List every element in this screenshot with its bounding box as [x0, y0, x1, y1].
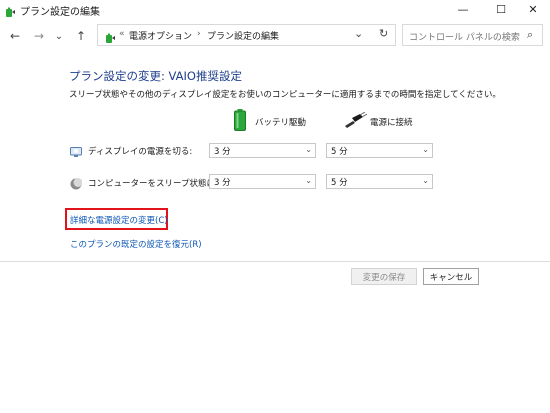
page-title: プラン設定の変更: VAIO推奨設定: [69, 69, 242, 83]
chevron-down-icon: ⌄: [305, 176, 312, 185]
display-off-battery-value: 3 分: [214, 147, 231, 157]
title-bar: プラン設定の編集 — ☐ ✕: [0, 0, 550, 18]
power-options-icon: [104, 29, 116, 43]
page-description: スリープ状態やその他のディスプレイ設定をお使いのコンピューターに適用するまでの時…: [69, 90, 501, 100]
breadcrumb-separator: ›: [197, 29, 201, 39]
breadcrumb-edit-plan[interactable]: プラン設定の編集: [207, 29, 279, 42]
sleep-plugged-value: 5 分: [331, 178, 348, 188]
battery-icon: [234, 109, 246, 135]
save-changes-button[interactable]: 変更の保存: [351, 268, 417, 285]
display-off-plugged-value: 5 分: [331, 147, 348, 157]
forward-button[interactable]: →: [30, 28, 48, 44]
display-off-label: ディスプレイの電源を切る:: [88, 147, 193, 157]
sleep-plugged-select[interactable]: 5 分 ⌄: [326, 174, 433, 189]
power-options-icon: [4, 3, 16, 17]
back-button[interactable]: ←: [6, 28, 24, 44]
plugged-column-label: 電源に接続: [370, 118, 413, 128]
display-off-battery-select[interactable]: 3 分 ⌄: [209, 143, 316, 158]
battery-column-label: バッテリ駆動: [255, 118, 307, 128]
minimize-button[interactable]: —: [446, 0, 480, 18]
cancel-button[interactable]: キャンセル: [423, 268, 479, 285]
recent-locations-button[interactable]: ⌄: [50, 28, 68, 44]
display-icon: [70, 143, 82, 162]
divider: [0, 261, 550, 262]
display-off-plugged-select[interactable]: 5 分 ⌄: [326, 143, 433, 158]
close-button[interactable]: ✕: [516, 0, 550, 18]
chevron-down-icon: ⌄: [305, 145, 312, 154]
chevron-down-icon: ⌄: [422, 145, 429, 154]
restore-defaults-link[interactable]: このプランの既定の設定を復元(R): [70, 238, 202, 250]
sleep-battery-value: 3 分: [214, 178, 231, 188]
breadcrumb-overflow[interactable]: «: [119, 29, 125, 39]
window-title: プラン設定の編集: [20, 7, 100, 18]
address-bar[interactable]: « 電源オプション › プラン設定の編集 ⌄ ↻: [97, 24, 396, 46]
sleep-battery-select[interactable]: 3 分 ⌄: [209, 174, 316, 189]
refresh-icon[interactable]: ↻: [379, 27, 388, 40]
search-icon[interactable]: ⌕: [527, 28, 533, 42]
up-button[interactable]: ↑: [72, 28, 90, 44]
advanced-power-settings-link[interactable]: 詳細な電源設定の変更(C): [70, 214, 168, 226]
power-plug-icon: [343, 111, 368, 132]
maximize-button[interactable]: ☐: [484, 0, 518, 18]
search-box[interactable]: コントロール パネルの検索 ⌕: [402, 24, 543, 46]
breadcrumb-power-options[interactable]: 電源オプション: [129, 29, 192, 42]
sleep-moon-icon: [70, 175, 83, 194]
search-input[interactable]: コントロール パネルの検索: [409, 30, 520, 43]
chevron-down-icon: ⌄: [422, 176, 429, 185]
address-dropdown-icon[interactable]: ⌄: [354, 27, 363, 40]
